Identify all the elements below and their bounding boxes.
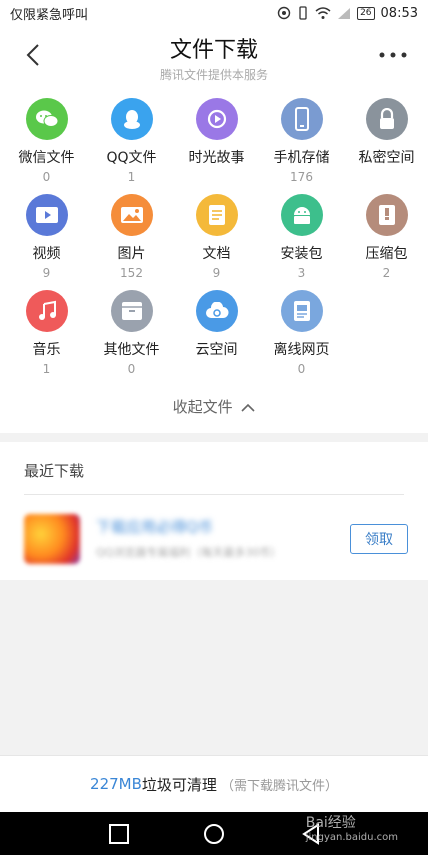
category-count: 1 [127,170,136,184]
watermark-brand: Bai经验 [305,815,356,831]
signal-icon [338,7,351,19]
recent-downloads-panel: 最近下载 下载应用必得Q币 QQ浏览器专属福利（每天最多30币） 领取 [0,442,428,580]
category-item[interactable]: 音乐 1 [4,290,89,376]
collapse-label: 收起文件 [172,398,233,416]
category-item[interactable]: 时光故事 [174,98,259,170]
cloud-icon [195,290,238,332]
category-item[interactable]: 私密空间 [344,98,428,170]
cleanup-hint: （需下载腾讯文件） [220,778,338,794]
category-item[interactable]: 视频 9 [4,194,89,280]
other-file-icon [110,290,153,332]
category-count: 9 [42,266,51,280]
lock-icon [365,98,408,140]
cleanup-bar[interactable]: 227MB 垃圾可清理 （需下载腾讯文件） [0,755,428,812]
category-item[interactable]: 云空间 [174,290,259,362]
promo-description: QQ浏览器专属福利（每天最多30币） [96,546,282,559]
category-count: 3 [297,266,306,280]
divider [24,494,404,495]
eye-protection-icon [277,6,291,20]
chevron-up-icon [241,403,255,412]
promo-title[interactable]: 下载应用必得Q币 [96,516,213,537]
status-bar: 仅限紧急呼叫 26 08:53 [0,0,428,26]
wechat-icon [25,98,68,140]
cleanup-text: 垃圾可清理 [141,775,217,794]
category-item[interactable]: 图片 152 [89,194,174,280]
page-title: 文件下载 [169,38,258,63]
baidu-watermark: Bai经验 jingyan.baidu.com [306,812,398,843]
category-label: 其他文件 [103,342,160,358]
category-label: 手机存储 [273,150,330,166]
category-count: 0 [42,170,51,184]
category-item[interactable]: 压缩包 2 [344,194,428,280]
document-icon [195,194,238,236]
status-icons: 26 08:53 [277,6,418,21]
category-item[interactable]: 离线网页 0 [259,290,344,376]
archive-icon [365,194,408,236]
home-icon[interactable] [203,823,225,845]
battery-indicator: 26 [357,6,375,20]
category-count: 152 [120,266,143,280]
category-item[interactable]: 文档 9 [174,194,259,280]
category-item[interactable]: 安装包 3 [259,194,344,280]
category-item[interactable]: 手机存储 176 [259,98,344,184]
android-icon [280,194,323,236]
category-count: 2 [382,266,391,280]
clock: 08:53 [380,5,418,21]
category-label: 云空间 [195,342,238,358]
qq-penguin-icon [110,98,153,140]
category-label: 图片 [117,246,146,262]
category-label: 文档 [202,246,231,262]
category-count: 0 [297,362,306,376]
offline-page-icon [280,290,323,332]
page-subtitle: 腾讯文件提供本服务 [159,68,268,82]
phone-icon [280,98,323,140]
category-label: QQ文件 [106,150,157,166]
collapse-files-button[interactable]: 收起文件 [0,396,428,417]
recent-apps-icon[interactable] [108,823,130,845]
category-label: 私密空间 [358,150,415,166]
category-label: 视频 [32,246,61,262]
category-grid: 收起文件 微信文件 0 QQ文件 1 时光故事 手机存储 176 私密空间视频 9 图片 152 文档… [0,88,428,433]
more-dots-icon [379,52,407,58]
wifi-icon [315,6,331,19]
category-item[interactable]: QQ文件 1 [89,98,174,184]
header: 文件下载 腾讯文件提供本服务 [0,26,428,88]
emergency-call-text: 仅限紧急呼叫 [10,7,89,23]
promo-thumbnail[interactable] [24,514,80,564]
category-item[interactable]: 其他文件 0 [89,290,174,376]
vibrate-icon [299,6,307,20]
category-label: 安装包 [280,246,323,262]
category-item[interactable]: 微信文件 0 [4,98,89,184]
play-circle-icon [195,98,238,140]
category-count: 1 [42,362,51,376]
category-label: 压缩包 [365,246,408,262]
music-icon [25,290,68,332]
category-count: 176 [290,170,313,184]
category-label: 音乐 [32,342,61,358]
recent-downloads-title: 最近下载 [24,462,85,480]
video-icon [25,194,68,236]
category-label: 微信文件 [18,150,75,166]
category-count: 0 [127,362,136,376]
category-count: 9 [212,266,221,280]
claim-button[interactable]: 领取 [350,524,408,554]
junk-size: 227MB [90,775,142,793]
category-label: 离线网页 [273,342,330,358]
more-options-button[interactable] [376,40,410,70]
category-label: 时光故事 [188,150,245,166]
watermark-url: jingyan.baidu.com [305,832,398,843]
image-icon [110,194,153,236]
